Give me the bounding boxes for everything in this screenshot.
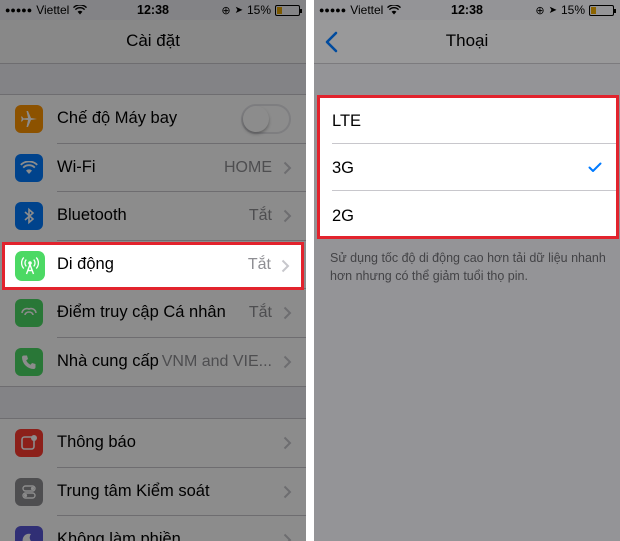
- settings-group-system: Thông báo Trung tâm Kiểm soát Không làm …: [0, 418, 306, 541]
- settings-row-label: Không làm phiền: [57, 530, 181, 541]
- navigation-bar: Cài đặt: [0, 20, 306, 64]
- battery-percent: 15%: [560, 3, 585, 17]
- chevron-right-icon: [283, 436, 292, 450]
- option-label: 3G: [332, 159, 355, 177]
- settings-group-connectivity: Chế độ Máy bay Wi-Fi HOME Bluetooth Tắt: [0, 94, 306, 387]
- option-label: LTE: [332, 112, 362, 130]
- settings-row-control-center[interactable]: Trung tâm Kiểm soát: [0, 468, 306, 516]
- chevron-right-icon: [283, 209, 292, 223]
- chevron-right-icon: [283, 533, 292, 541]
- settings-row-value: VNM and VIE...: [161, 352, 272, 370]
- settings-row-label: Bluetooth: [57, 206, 127, 224]
- option-2g[interactable]: 2G: [320, 193, 616, 239]
- settings-row-label: Trung tâm Kiểm soát: [57, 481, 210, 500]
- chevron-right-icon: [281, 259, 290, 273]
- chevron-right-icon: [283, 161, 292, 174]
- battery-icon: [275, 4, 302, 16]
- settings-row-label: Nhà cung cấp: [57, 351, 159, 370]
- status-bar: ●●●●● Viettel 12:38 ⊕ ➤ 15%: [0, 0, 306, 20]
- checkmark-icon: [588, 162, 602, 172]
- settings-row-carrier[interactable]: Nhà cung cấp VNM and VIE...: [0, 338, 306, 387]
- voice-settings-screen: ●●●●● Viettel 12:38 ⊕ ➤ 15% Thoại Sử dụn…: [314, 0, 620, 541]
- settings-row-bluetooth[interactable]: Bluetooth Tắt: [0, 192, 306, 241]
- chevron-right-icon: [283, 306, 292, 320]
- bluetooth-icon: [15, 202, 43, 230]
- settings-row-value: HOME: [224, 158, 272, 176]
- option-label: 2G: [332, 207, 355, 225]
- settings-row-airplane[interactable]: Chế độ Máy bay: [0, 95, 306, 144]
- settings-row-wifi[interactable]: Wi-Fi HOME: [0, 144, 306, 192]
- orientation-lock-icon: ⊕: [535, 4, 545, 17]
- settings-row-label: Thông báo: [57, 433, 136, 451]
- moon-icon: [15, 526, 43, 541]
- voice-footer-note: Sử dụng tốc độ di động cao hơn tải dữ li…: [330, 251, 606, 283]
- status-bar: ●●●●● Viettel 12:38 ⊕ ➤ 15%: [314, 0, 620, 20]
- settings-row-value: Tắt: [247, 256, 271, 273]
- airplane-mode-toggle[interactable]: [241, 104, 291, 134]
- control-center-icon: [15, 477, 43, 506]
- settings-row-hotspot[interactable]: Điểm truy cập Cá nhân Tắt: [0, 289, 306, 338]
- hotspot-icon: [15, 299, 43, 327]
- phone-icon: [15, 347, 43, 376]
- notifications-icon: [15, 429, 43, 457]
- wifi-icon: [15, 153, 43, 182]
- chevron-right-icon: [283, 355, 292, 368]
- voice-options-list: LTE 3G 2G: [317, 95, 619, 239]
- location-icon: ➤: [548, 4, 557, 16]
- battery-percent: 15%: [246, 3, 271, 17]
- chevron-right-icon: [283, 485, 292, 498]
- settings-row-value: Tắt: [248, 207, 272, 224]
- option-3g[interactable]: 3G: [320, 145, 616, 191]
- settings-row-label: Wi-Fi: [57, 157, 96, 176]
- navigation-bar: Thoại: [314, 20, 620, 64]
- settings-row-notifications[interactable]: Thông báo: [0, 419, 306, 468]
- settings-row-value: Tắt: [248, 304, 272, 321]
- page-title: Cài đặt: [126, 31, 180, 50]
- cellular-icon: [15, 251, 45, 281]
- airplane-icon: [15, 105, 43, 133]
- settings-row-do-not-disturb[interactable]: Không làm phiền: [0, 516, 306, 541]
- settings-row-label: Điểm truy cập Cá nhân: [57, 303, 226, 321]
- battery-icon: [589, 4, 616, 16]
- settings-screen: ●●●●● Viettel 12:38 ⊕ ➤ 15% Cài đặt Chế …: [0, 0, 306, 541]
- settings-row-label: Di động: [57, 255, 114, 273]
- settings-row-label: Chế độ Máy bay: [57, 109, 178, 127]
- settings-row-cellular[interactable]: Di động Tắt: [2, 242, 304, 290]
- orientation-lock-icon: ⊕: [221, 4, 231, 17]
- page-title: Thoại: [445, 31, 489, 50]
- location-icon: ➤: [234, 4, 243, 16]
- option-lte[interactable]: LTE: [320, 98, 616, 144]
